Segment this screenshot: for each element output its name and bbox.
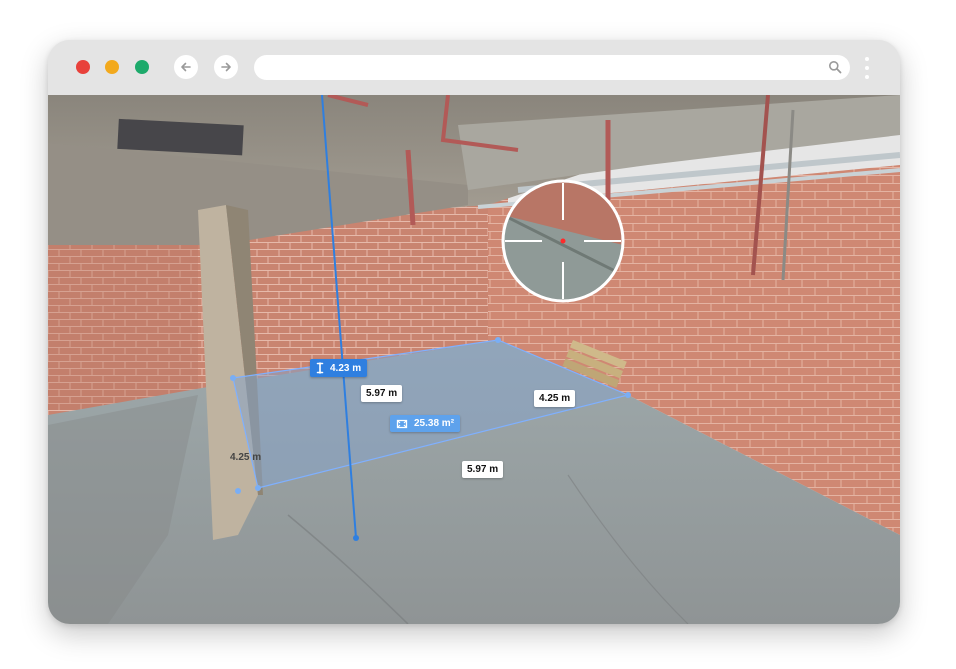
area-measurement-label[interactable]: 25.38 m² (390, 415, 461, 432)
3d-scan-viewer[interactable]: 4.23 m 5.97 m 4.25 m 25.38 m² 4.25 m 5.9… (48, 95, 900, 624)
search-icon[interactable] (828, 60, 842, 74)
reticle-magnifier (501, 179, 625, 303)
forward-arrow-icon (221, 62, 231, 72)
reticle-center-dot (560, 238, 566, 244)
vertical-measure-icon (316, 362, 324, 374)
browser-titlebar (48, 40, 900, 95)
area-icon (396, 419, 408, 428)
front-width-label[interactable]: 5.97 m (462, 461, 504, 478)
right-depth-label[interactable]: 4.25 m (534, 390, 576, 407)
back-button[interactable] (174, 55, 198, 79)
maximize-window-button[interactable] (135, 60, 149, 74)
back-width-label[interactable]: 5.97 m (361, 385, 403, 402)
minimize-window-button[interactable] (105, 60, 119, 74)
more-vertical-icon[interactable] (862, 54, 872, 82)
forward-button[interactable] (214, 55, 238, 79)
room-scan-scene (48, 95, 900, 624)
address-bar[interactable] (254, 55, 850, 82)
height-measurement-label[interactable]: 4.23 m (310, 359, 368, 377)
close-window-button[interactable] (76, 60, 90, 74)
back-arrow-icon (181, 62, 191, 72)
browser-window: 4.23 m 5.97 m 4.25 m 25.38 m² 4.25 m 5.9… (48, 40, 900, 624)
url-input[interactable] (266, 55, 830, 82)
left-depth-label[interactable]: 4.25 m (225, 449, 266, 466)
